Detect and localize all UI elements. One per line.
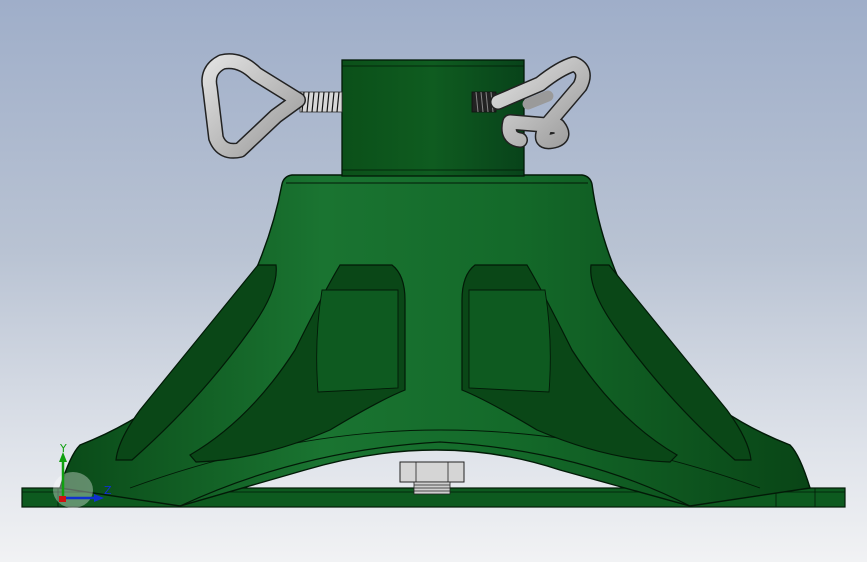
- x-axis-marker: [59, 496, 66, 502]
- y-axis-label: Y: [59, 442, 67, 455]
- cad-graphics-area[interactable]: Y Z: [0, 0, 867, 562]
- 3d-model-view[interactable]: Y Z: [0, 0, 867, 562]
- left-thumb-screw: [201, 53, 343, 159]
- stand-body: [59, 174, 811, 507]
- z-axis-label: Z: [104, 484, 112, 497]
- trunk-holder-cylinder: [341, 59, 525, 177]
